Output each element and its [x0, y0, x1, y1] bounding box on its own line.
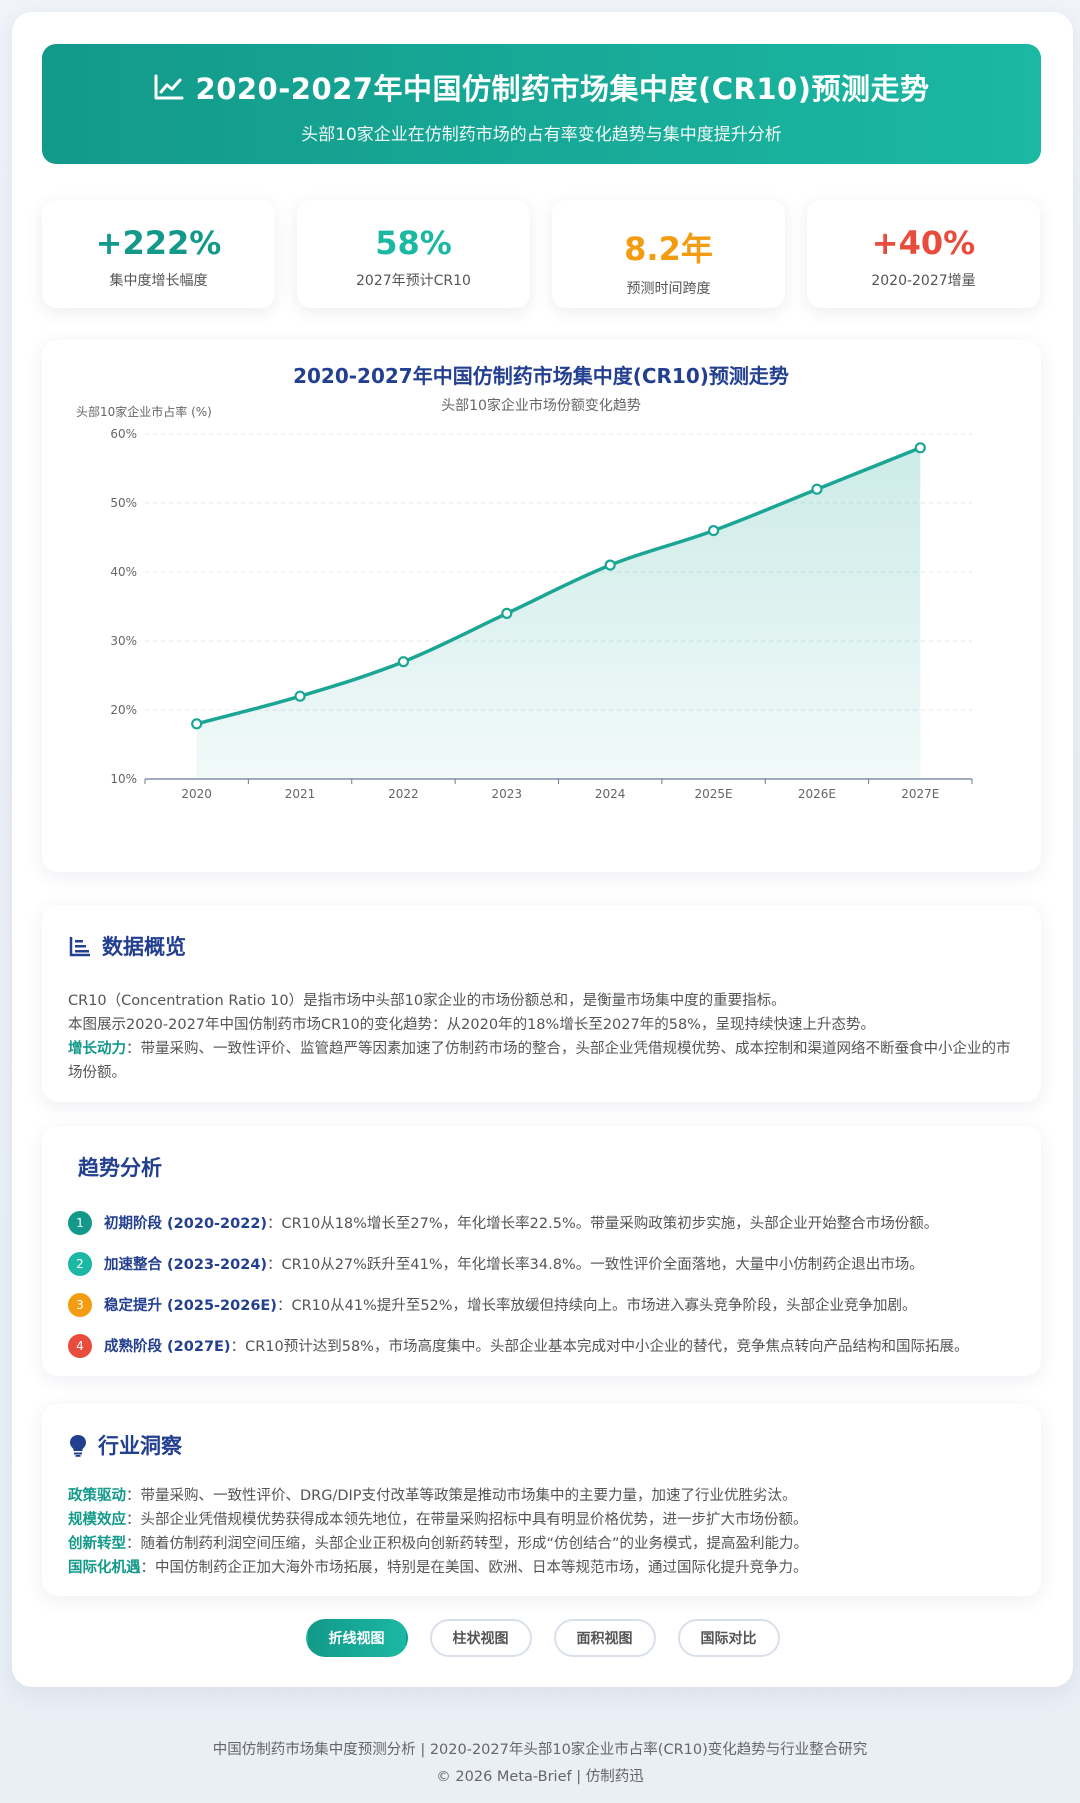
x-tick-label: 2024: [595, 787, 626, 801]
stage-label: 稳定提升 (2025-2026E): [104, 1298, 277, 1314]
stage-text: ：CR10从18%增长至27%，年化增长率22.5%。带量采购政策初步实施，头部…: [267, 1216, 939, 1232]
overview-line-3: 增长动力：带量采购、一致性评价、监管趋严等因素加速了仿制药市场的整合，头部企业凭…: [68, 1037, 1015, 1085]
x-tick-label: 2025E: [695, 787, 733, 801]
stat-label: 2027年预计CR10: [356, 273, 471, 289]
stage-label: 成熟阶段 (2027E): [104, 1339, 231, 1355]
trend-analysis-panel: 趋势分析 1 初期阶段 (2020-2022)：CR10从18%增长至27%，年…: [42, 1126, 1041, 1376]
stage-label: 加速整合 (2023-2024): [104, 1257, 268, 1273]
insight-label: 规模效应: [68, 1512, 126, 1528]
stat-label: 预测时间跨度: [626, 281, 711, 297]
data-point: [707, 525, 720, 537]
step-badge: 2: [68, 1251, 92, 1276]
step-badge: 3: [68, 1292, 92, 1317]
insight-label: 政策驱动: [68, 1488, 126, 1504]
view-toggle-group: 折线视图 柱状视图 面积视图 国际对比: [0, 1619, 1080, 1657]
insight-item: 政策驱动：带量采购、一致性评价、DRG/DIP支付改革等政策是推动市场集中的主要…: [68, 1484, 1015, 1508]
footer-copyright: © 2026 Meta-Brief | 仿制药迅: [436, 1769, 644, 1785]
overview-line-1: CR10（Concentration Ratio 10）是指市场中头部10家企业…: [68, 993, 786, 1009]
y-axis-label: 头部10家企业市占率 (%): [76, 404, 212, 419]
chart-title: 2020-2027年中国仿制药市场集中度(CR10)预测走势: [293, 364, 789, 388]
insight-label: 创新转型: [68, 1536, 126, 1552]
overview-body: CR10（Concentration Ratio 10）是指市场中头部10家企业…: [68, 989, 1015, 1085]
cr10-area-chart: 2020-2027年中国仿制药市场集中度(CR10)预测走势 头部10家企业市场…: [76, 364, 973, 801]
insight-text: ：中国仿制药企正加大海外市场拓展，特别是在美国、欧洲、日本等规范市场，通过国际化…: [140, 1560, 808, 1576]
x-tick-label: 2020: [181, 787, 212, 801]
x-tick-label: 2023: [492, 787, 523, 801]
trend-item: 4 成熟阶段 (2027E)：CR10预计达到58%，市场高度集中。头部企业基本…: [68, 1325, 1015, 1366]
data-point: [397, 656, 410, 668]
page-subtitle: 头部10家企业在仿制药市场的占有率变化趋势与集中度提升分析: [301, 125, 782, 145]
lightbulb-icon: [70, 1435, 86, 1457]
trend-heading: 趋势分析: [78, 1152, 1015, 1182]
data-point: [191, 718, 203, 730]
stat-value: +40%: [871, 224, 976, 262]
step-badge: 4: [68, 1333, 92, 1358]
page-title: 2020-2027年中国仿制药市场集中度(CR10)预测走势: [195, 72, 930, 106]
stage-text: ：CR10预计达到58%，市场高度集中。头部企业基本完成对中小企业的替代，竞争焦…: [230, 1339, 969, 1355]
overview-heading: 数据概览: [68, 931, 1015, 961]
bar-list-icon: [69, 937, 90, 957]
stat-value: +222%: [95, 224, 222, 262]
line-view-button[interactable]: 折线视图: [305, 1619, 408, 1657]
step-badge: 1: [68, 1210, 92, 1235]
trend-list: 1 初期阶段 (2020-2022)：CR10从18%增长至27%，年化增长率2…: [68, 1202, 1015, 1366]
chart-subtitle: 头部10家企业市场份额变化趋势: [441, 397, 641, 414]
x-tick-label: 2027E: [901, 787, 939, 801]
x-tick-label: 2022: [388, 787, 419, 801]
y-tick-label: 10%: [110, 772, 137, 786]
data-point: [294, 690, 306, 702]
line-chart-icon: [154, 74, 184, 100]
page-footer: 中国仿制药市场集中度预测分析 | 2020-2027年头部10家企业市占率(CR…: [0, 1737, 1080, 1791]
stage-text: ：CR10从27%跃升至41%，年化增长率34.8%。一致性评价全面落地，大量中…: [267, 1257, 924, 1273]
data-point: [501, 607, 513, 619]
insight-text: ：随着仿制药利润空间压缩，头部企业正积极向创新药转型，形成“仿创结合”的业务模式…: [126, 1536, 809, 1552]
trend-item: 1 初期阶段 (2020-2022)：CR10从18%增长至27%，年化增长率2…: [68, 1202, 1015, 1243]
international-compare-button[interactable]: 国际对比: [677, 1619, 780, 1657]
trend-item: 3 稳定提升 (2025-2026E)：CR10从41%提升至52%，增长率放缓…: [68, 1284, 1015, 1325]
series-area: [196, 447, 921, 779]
stat-label: 集中度增长幅度: [109, 273, 208, 289]
stage-label: 初期阶段 (2020-2022): [104, 1216, 268, 1232]
insight-item: 国际化机遇：中国仿制药企正加大海外市场拓展，特别是在美国、欧洲、日本等规范市场，…: [68, 1556, 1015, 1580]
overview-title: 数据概览: [102, 935, 186, 959]
y-tick-label: 40%: [110, 565, 137, 579]
growth-driver-text: ：带量采购、一致性评价、监管趋严等因素加速了仿制药市场的整合，头部企业凭借规模优…: [68, 1041, 1011, 1081]
data-point: [811, 483, 823, 495]
insight-title: 行业洞察: [98, 1434, 182, 1458]
trend-title: 趋势分析: [78, 1156, 162, 1180]
page-header: 2020-2027年中国仿制药市场集中度(CR10)预测走势 头部10家企业在仿…: [42, 44, 1041, 164]
insight-body: 政策驱动：带量采购、一致性评价、DRG/DIP支付改革等政策是推动市场集中的主要…: [68, 1484, 1015, 1580]
y-tick-label: 50%: [110, 496, 137, 510]
data-point: [604, 559, 616, 571]
insight-heading: 行业洞察: [68, 1430, 1015, 1460]
chart-panel: 2020-2027年中国仿制药市场集中度(CR10)预测走势 头部10家企业市场…: [42, 340, 1041, 872]
industry-insight-panel: 行业洞察 政策驱动：带量采购、一致性评价、DRG/DIP支付改革等政策是推动市场…: [42, 1404, 1041, 1596]
insight-text: ：带量采购、一致性评价、DRG/DIP支付改革等政策是推动市场集中的主要力量，加…: [126, 1488, 797, 1504]
stage-text: ：CR10从41%提升至52%，增长率放缓但持续向上。市场进入寡头竞争阶段，头部…: [276, 1298, 917, 1314]
stat-card-cr10-2027: 58% 2027年预计CR10: [297, 200, 530, 308]
stat-card-growth: +222% 集中度增长幅度: [42, 200, 275, 308]
x-tick-label: 2021: [285, 787, 316, 801]
data-point: [914, 442, 926, 454]
overview-line-2: 本图展示2020-2027年中国仿制药市场CR10的变化趋势：从2020年的18…: [68, 1017, 875, 1033]
stat-value: 8.2年: [624, 230, 713, 268]
insight-item: 创新转型：随着仿制药利润空间压缩，头部企业正积极向创新药转型，形成“仿创结合”的…: [68, 1532, 1015, 1556]
stat-card-timespan: 8.2年 预测时间跨度: [552, 200, 785, 308]
stat-card-increment: +40% 2020-2027增量: [807, 200, 1040, 308]
area-view-button[interactable]: 面积视图: [553, 1619, 656, 1657]
y-tick-label: 60%: [110, 427, 137, 441]
stat-label: 2020-2027增量: [871, 273, 976, 289]
bar-view-button[interactable]: 柱状视图: [429, 1619, 532, 1657]
growth-driver-label: 增长动力: [68, 1041, 126, 1057]
footer-description: 中国仿制药市场集中度预测分析 | 2020-2027年头部10家企业市占率(CR…: [212, 1742, 868, 1758]
y-tick-label: 20%: [110, 703, 137, 717]
insight-item: 规模效应：头部企业凭借规模优势获得成本领先地位，在带量采购招标中具有明显价格优势…: [68, 1508, 1015, 1532]
x-tick-label: 2026E: [798, 787, 836, 801]
insight-text: ：头部企业凭借规模优势获得成本领先地位，在带量采购招标中具有明显价格优势，进一步…: [126, 1512, 808, 1528]
trend-item: 2 加速整合 (2023-2024)：CR10从27%跃升至41%，年化增长率3…: [68, 1243, 1015, 1284]
insight-label: 国际化机遇: [68, 1560, 141, 1576]
stat-value: 58%: [375, 224, 452, 262]
data-overview-panel: 数据概览 CR10（Concentration Ratio 10）是指市场中头部…: [42, 905, 1041, 1102]
y-tick-label: 30%: [110, 634, 137, 648]
